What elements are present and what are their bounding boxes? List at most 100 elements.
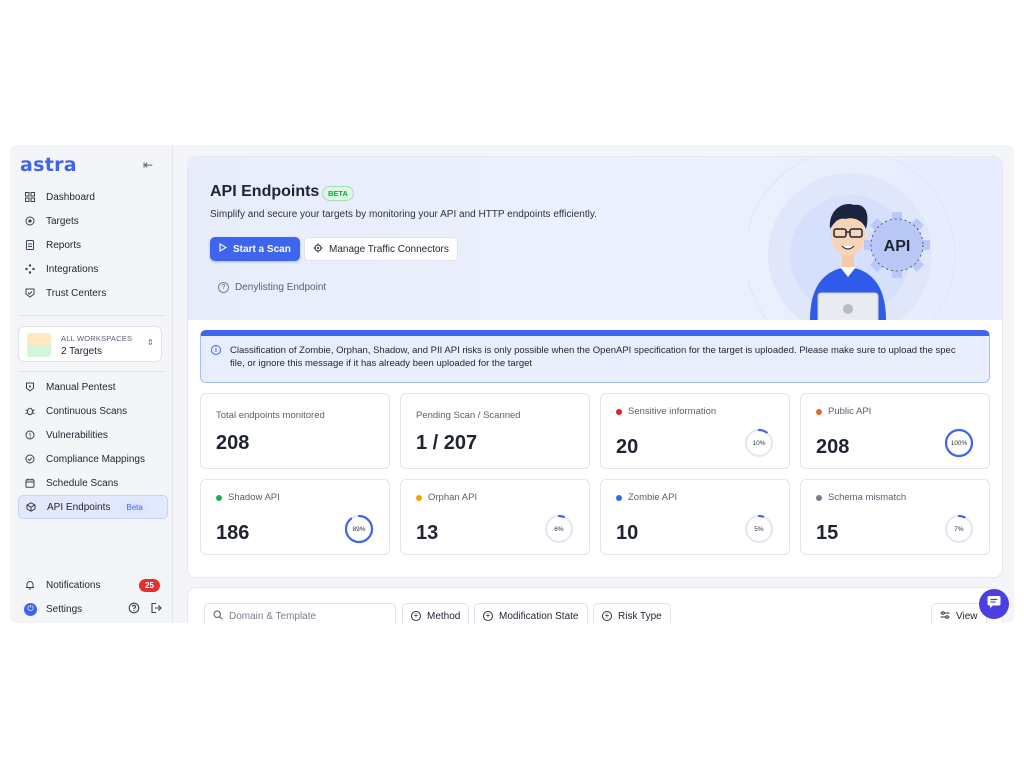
modification-state-filter-label: Modification State	[499, 610, 579, 622]
stat-card-schema-mismatch[interactable]: Schema mismatch 15 7%	[800, 479, 990, 555]
manage-connectors-label: Manage Traffic Connectors	[329, 243, 449, 255]
sidebar-item-integrations[interactable]: Integrations	[18, 257, 168, 281]
progress-ring-label: 100%	[950, 439, 968, 447]
sidebar-nav-footer: Notifications 25	[18, 573, 168, 597]
power-icon: ⏻	[24, 602, 37, 616]
beta-badge: Beta	[120, 500, 149, 514]
app-window: astra ⇤ Dashboard Targets Reports Integr…	[10, 145, 1014, 623]
sidebar-item-label: Vulnerabilities	[46, 429, 108, 441]
stat-value: 15	[816, 522, 839, 544]
stat-value: 20	[616, 436, 639, 458]
stat-value: 13	[416, 522, 439, 544]
grid-icon	[24, 191, 36, 203]
denylist-label: Denylisting Endpoint	[235, 282, 327, 293]
sidebar-item-manual-pentest[interactable]: Manual Pentest	[18, 375, 168, 399]
stat-card-zombie-api[interactable]: Zombie API 10 5%	[600, 479, 790, 555]
help-chat-icon[interactable]	[128, 602, 140, 617]
gear-icon	[313, 243, 323, 256]
main-panel: API Endpoints BETA Simplify and secure y…	[188, 157, 1002, 577]
report-icon	[24, 239, 36, 251]
stat-card-pending-scanned[interactable]: Pending Scan / Scanned 1 / 207	[400, 393, 590, 469]
bell-icon	[24, 579, 36, 591]
plus-circle-icon: +	[483, 611, 493, 621]
shield-icon	[24, 381, 36, 393]
plus-circle-icon: +	[411, 611, 421, 621]
sidebar-item-dashboard[interactable]: Dashboard	[18, 185, 168, 209]
workspace-label: ALL WORKSPACES	[61, 334, 133, 343]
stat-value: 186	[216, 522, 250, 544]
chat-bubble-icon	[986, 594, 1002, 615]
sidebar-item-vulnerabilities[interactable]: Vulnerabilities	[18, 423, 168, 447]
play-icon	[219, 243, 228, 255]
sidebar-item-targets[interactable]: Targets	[18, 209, 168, 233]
api-developer-illustration: API </>	[748, 157, 956, 320]
stat-label: Orphan API	[416, 492, 477, 503]
manage-traffic-connectors-button[interactable]: Manage Traffic Connectors	[304, 237, 458, 261]
status-dot	[616, 494, 622, 501]
notification-count-badge: 25	[139, 578, 160, 592]
openapi-info-banner: i Classification of Zombie, Orphan, Shad…	[200, 330, 990, 383]
sidebar-item-schedule-scans[interactable]: Schedule Scans	[18, 471, 168, 495]
sidebar-item-api-endpoints[interactable]: API Endpoints Beta	[18, 495, 168, 519]
workspace-icon	[27, 333, 51, 357]
sidebar-item-label: Compliance Mappings	[46, 453, 145, 465]
risk-type-filter-button[interactable]: + Risk Type	[593, 603, 671, 623]
stat-value: 208	[816, 436, 850, 458]
calendar-icon	[24, 477, 36, 489]
sidebar-item-reports[interactable]: Reports	[18, 233, 168, 257]
stat-card-orphan-api[interactable]: Orphan API 13 6%	[400, 479, 590, 555]
sidebar-item-settings[interactable]: ⏻ Settings	[18, 599, 168, 619]
search-input[interactable]: Domain & Template	[204, 603, 396, 623]
sidebar-item-trust-centers[interactable]: Trust Centers	[18, 281, 168, 305]
sidebar-divider	[18, 315, 166, 316]
sidebar-item-label: Schedule Scans	[46, 477, 119, 489]
collapse-sidebar-icon[interactable]: ⇤	[143, 158, 153, 172]
updown-chevron-icon: ⇕	[147, 338, 154, 347]
sidebar-item-label: Dashboard	[46, 191, 95, 203]
stat-label: Total endpoints monitored	[216, 410, 325, 421]
denylisting-endpoint-link[interactable]: ? Denylisting Endpoint	[218, 282, 326, 293]
view-label: View	[956, 610, 978, 622]
info-banner-text: Classification of Zombie, Orphan, Shadow…	[230, 345, 956, 369]
logout-icon[interactable]	[150, 602, 162, 617]
sidebar: astra ⇤ Dashboard Targets Reports Integr…	[10, 145, 173, 623]
stat-card-sensitive-information[interactable]: Sensitive information 20 10%	[600, 393, 790, 469]
sidebar-item-label: Manual Pentest	[46, 381, 116, 393]
sidebar-item-label: Reports	[46, 239, 82, 251]
stat-card-public-api[interactable]: Public API 208 100%	[800, 393, 990, 469]
sidebar-item-continuous-scans[interactable]: Continuous Scans	[18, 399, 168, 423]
stat-label: Sensitive information	[616, 406, 716, 417]
stat-card-total-endpoints[interactable]: Total endpoints monitored 208	[200, 393, 390, 469]
start-scan-button[interactable]: Start a Scan	[210, 237, 300, 261]
search-icon	[213, 609, 223, 623]
sidebar-item-label: Settings	[46, 603, 83, 615]
cube-icon	[25, 501, 37, 513]
sidebar-item-label: Targets	[46, 215, 79, 227]
progress-ring-label: 5%	[754, 525, 764, 533]
help-circle-icon: ?	[218, 282, 229, 293]
progress-ring-label: 89%	[352, 525, 366, 533]
progress-ring-label: 6%	[554, 525, 564, 533]
sidebar-divider	[18, 371, 166, 372]
stat-value: 10	[616, 522, 639, 544]
shield-check-icon	[24, 287, 36, 299]
stat-value: 208	[216, 432, 250, 454]
stat-label: Schema mismatch	[816, 492, 906, 503]
support-chat-button[interactable]	[979, 589, 1009, 619]
start-scan-label: Start a Scan	[233, 243, 291, 255]
astra-logo[interactable]: astra	[20, 154, 77, 176]
sidebar-item-notifications[interactable]: Notifications 25	[18, 573, 168, 597]
info-icon: i	[211, 345, 221, 355]
method-filter-button[interactable]: + Method	[402, 603, 470, 623]
status-dot	[616, 408, 622, 415]
modification-state-filter-button[interactable]: + Modification State	[474, 603, 588, 623]
sidebar-item-compliance-mappings[interactable]: Compliance Mappings	[18, 447, 168, 471]
bug-icon	[24, 405, 36, 417]
stat-card-shadow-api[interactable]: Shadow API 186 89%	[200, 479, 390, 555]
status-dot	[216, 494, 222, 501]
page-subtitle: Simplify and secure your targets by moni…	[210, 209, 597, 220]
workspace-selector[interactable]: ALL WORKSPACES 2 Targets ⇕	[18, 326, 162, 362]
progress-ring-label: 10%	[752, 439, 766, 447]
stat-value: 1 / 207	[416, 432, 478, 454]
sliders-icon	[940, 610, 950, 623]
